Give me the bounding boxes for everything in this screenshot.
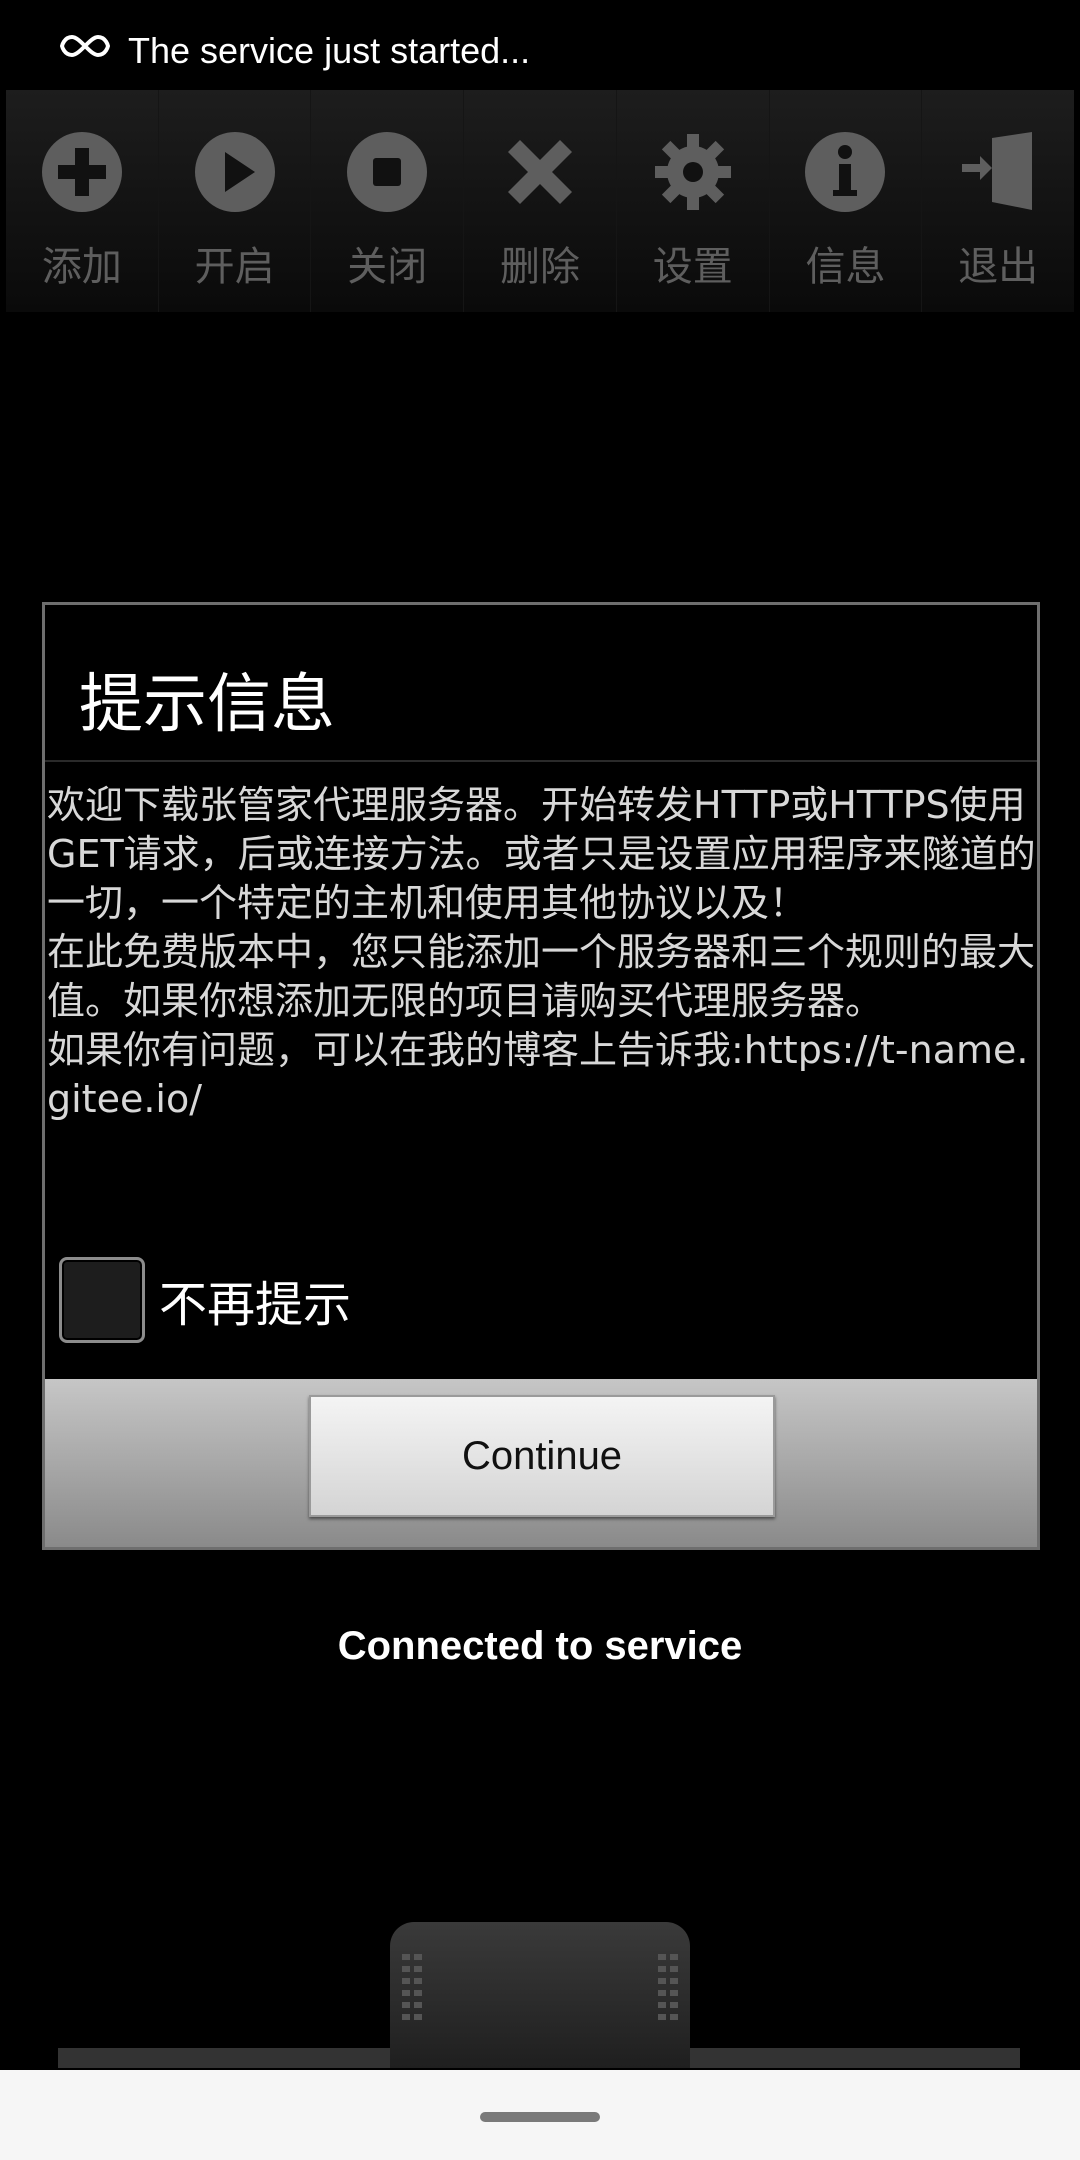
dialog-divider [45,760,1037,762]
add-icon [41,132,122,212]
delete-icon [508,140,573,204]
dont-show-again-checkbox[interactable] [59,1257,145,1343]
dont-show-again-label: 不再提示 [159,1277,352,1333]
info-dialog: 提示信息 欢迎下载张管家代理服务器。开始转发HTTP或HTTPS使用GET请求，… [42,602,1040,1550]
status-bar: The service just started... [0,0,1080,88]
exit-icon [962,132,1033,210]
play-icon [194,132,275,212]
navigation-bar [0,2070,1080,2160]
dont-show-again-row[interactable]: 不再提示 [59,1255,351,1345]
toolbar-info-label: 信息 [805,244,886,290]
dialog-button-bar: Continue [45,1379,1037,1547]
stop-icon [347,132,428,212]
continue-button[interactable]: Continue [309,1395,775,1517]
toolbar-settings-button[interactable]: 设置 [617,90,770,312]
drawer-handle[interactable] [390,1922,690,2068]
toolbar-stop-button[interactable]: 关闭 [311,90,465,312]
toolbar-add-label: 添加 [41,244,122,290]
toolbar-delete-label: 删除 [500,244,581,290]
connection-status: Connected to service [337,1624,743,1668]
toolbar-start-button[interactable]: 开启 [159,90,312,312]
info-icon [805,132,886,212]
toolbar-settings-label: 设置 [652,244,733,290]
gear-icon [654,134,731,210]
toolbar-stop-label: 关闭 [347,244,428,290]
toolbar-add-button[interactable]: 添加 [6,90,159,312]
home-gesture-pill[interactable] [480,2112,600,2122]
toolbar-delete-button[interactable]: 删除 [464,90,617,312]
dialog-title: 提示信息 [79,668,335,742]
toolbar-start-label: 开启 [194,244,275,290]
toolbar-exit-label: 退出 [958,244,1039,290]
infinity-icon [60,34,110,58]
toolbar: 添加 开启 关闭 删除 设置 信息 退出 [6,90,1074,312]
toolbar-exit-button[interactable]: 退出 [922,90,1074,312]
grip-icon [402,1954,422,2020]
status-bar-text: The service just started... [128,30,531,71]
toolbar-info-button[interactable]: 信息 [770,90,923,312]
dialog-message: 欢迎下载张管家代理服务器。开始转发HTTP或HTTPS使用GET请求，后或连接方… [47,783,1036,1121]
grip-icon [658,1954,678,2020]
